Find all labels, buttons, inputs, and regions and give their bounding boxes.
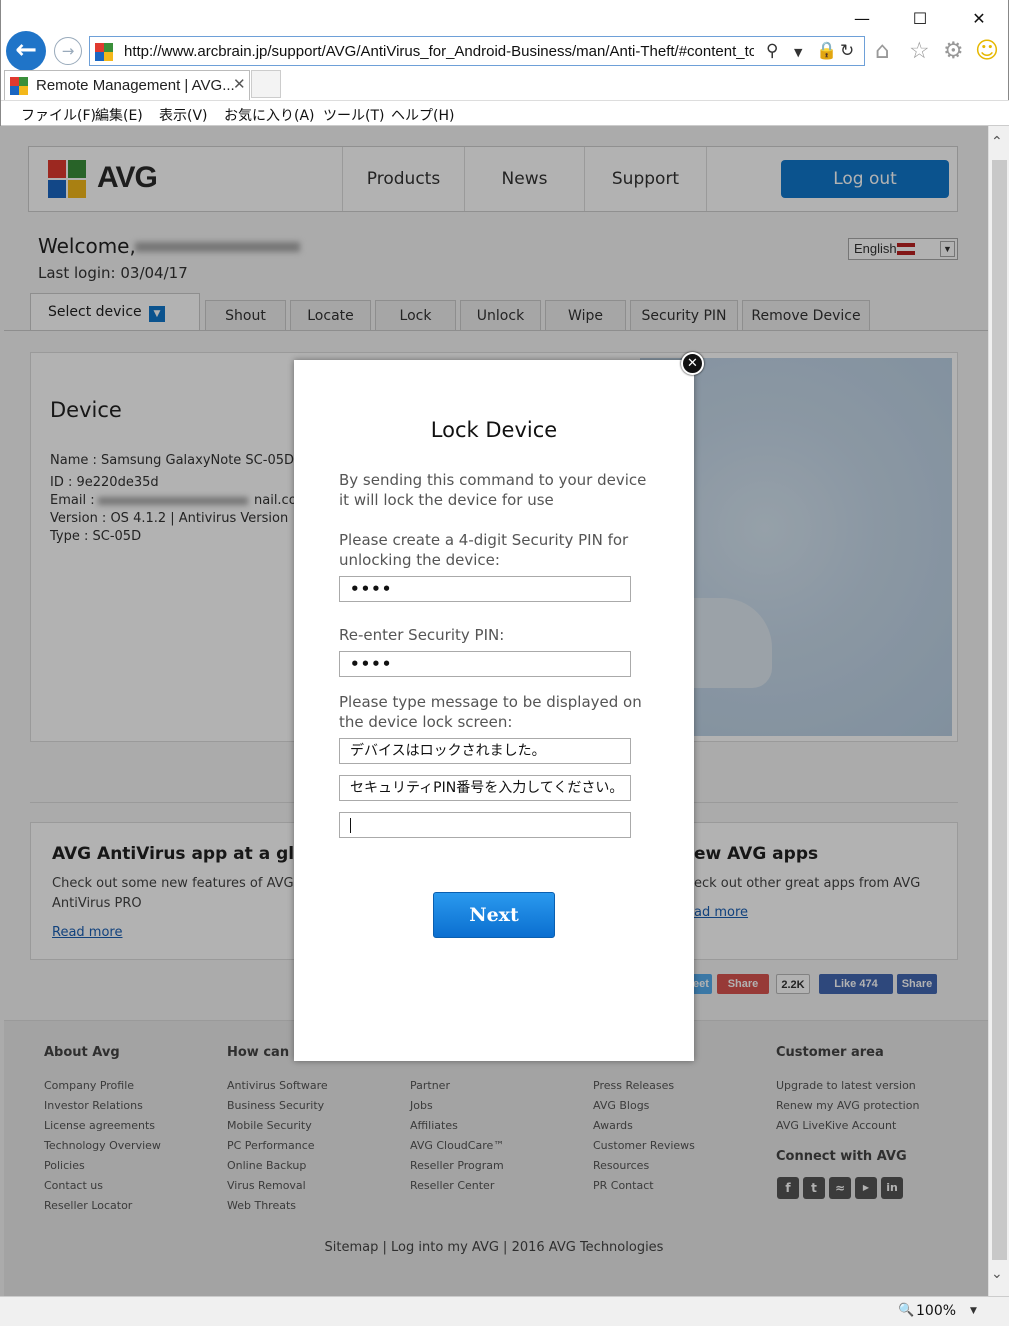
pin-input[interactable]: ••••	[339, 576, 631, 602]
vertical-scrollbar[interactable]: ⌃ ⌄	[988, 126, 1009, 1296]
close-dialog-icon[interactable]: ✕	[681, 352, 704, 375]
scrollbar-thumb[interactable]	[992, 160, 1007, 1260]
home-icon[interactable]: ⌂	[875, 38, 890, 64]
menu-bar: ファイル(F) 編集(E) 表示(V) お気に入り(A) ツール(T) ヘルプ(…	[1, 100, 1009, 126]
maximize-icon[interactable]: ☐	[905, 6, 935, 32]
status-bar: 🔍 100% ▼	[0, 1296, 1009, 1326]
favorites-star-icon[interactable]: ☆	[909, 38, 930, 64]
menu-favorites[interactable]: お気に入り(A)	[224, 105, 315, 125]
zoom-level[interactable]: 100%	[916, 1303, 956, 1319]
menu-view[interactable]: 表示(V)	[159, 105, 208, 125]
lock-device-dialog: Lock Device By sending this command to y…	[294, 360, 694, 1061]
pin-label: Please create a 4-digit Security PIN for…	[339, 531, 629, 569]
search-dropdown-icon[interactable]: ▼	[794, 46, 802, 59]
page: AVG Products News Support Log out Welcom…	[0, 126, 988, 1296]
back-button[interactable]: ←	[6, 31, 46, 71]
address-bar[interactable]: http://www.arcbrain.jp/support/AVG/AntiV…	[89, 36, 865, 66]
url-text[interactable]: http://www.arcbrain.jp/support/AVG/AntiV…	[124, 43, 754, 60]
search-icon[interactable]: ⚲	[766, 41, 778, 61]
new-tab-button[interactable]	[251, 70, 281, 98]
smiley-feedback-icon[interactable]: ☺	[975, 38, 999, 64]
dialog-title: Lock Device	[430, 418, 558, 442]
reenter-pin-input[interactable]: ••••	[339, 651, 631, 677]
zoom-icon[interactable]: 🔍	[898, 1303, 914, 1318]
close-tab-icon[interactable]: ✕	[233, 75, 246, 93]
browser-chrome: — ☐ ✕ ← → http://www.arcbrain.jp/support…	[0, 0, 1009, 126]
menu-tools[interactable]: ツール(T)	[323, 105, 384, 125]
tab-title: Remote Management | AVG...	[36, 77, 235, 94]
menu-help[interactable]: ヘルプ(H)	[391, 105, 454, 125]
settings-gear-icon[interactable]: ⚙	[943, 38, 964, 64]
dialog-intro: By sending this command to your device i…	[339, 471, 647, 509]
next-button[interactable]: Next	[433, 892, 555, 938]
avg-favicon-icon	[95, 43, 113, 61]
close-window-icon[interactable]: ✕	[964, 6, 994, 32]
message-label: Please type message to be displayed on t…	[339, 693, 642, 731]
menu-edit[interactable]: 編集(E)	[95, 105, 143, 125]
refresh-icon[interactable]: ↻	[840, 41, 854, 61]
scroll-up-icon[interactable]: ⌃	[991, 134, 1003, 150]
page-viewport: AVG Products News Support Log out Welcom…	[0, 126, 1009, 1296]
message-line-3-input[interactable]	[339, 812, 631, 838]
scroll-down-icon[interactable]: ⌄	[991, 1266, 1003, 1282]
avg-favicon-icon	[10, 77, 28, 95]
message-line-2-input[interactable]: セキュリティPIN番号を入力してください。	[339, 775, 631, 801]
reenter-pin-label: Re-enter Security PIN:	[339, 626, 505, 644]
zoom-dropdown-icon[interactable]: ▼	[970, 1306, 977, 1316]
minimize-icon[interactable]: —	[847, 6, 877, 32]
text-caret	[350, 818, 351, 833]
message-line-1-input[interactable]: デバイスはロックされました。	[339, 738, 631, 764]
lock-icon[interactable]: 🔒	[816, 41, 837, 61]
menu-file[interactable]: ファイル(F)	[21, 105, 96, 125]
forward-button[interactable]: →	[54, 37, 82, 65]
browser-tab[interactable]: Remote Management | AVG... ✕	[4, 70, 250, 100]
